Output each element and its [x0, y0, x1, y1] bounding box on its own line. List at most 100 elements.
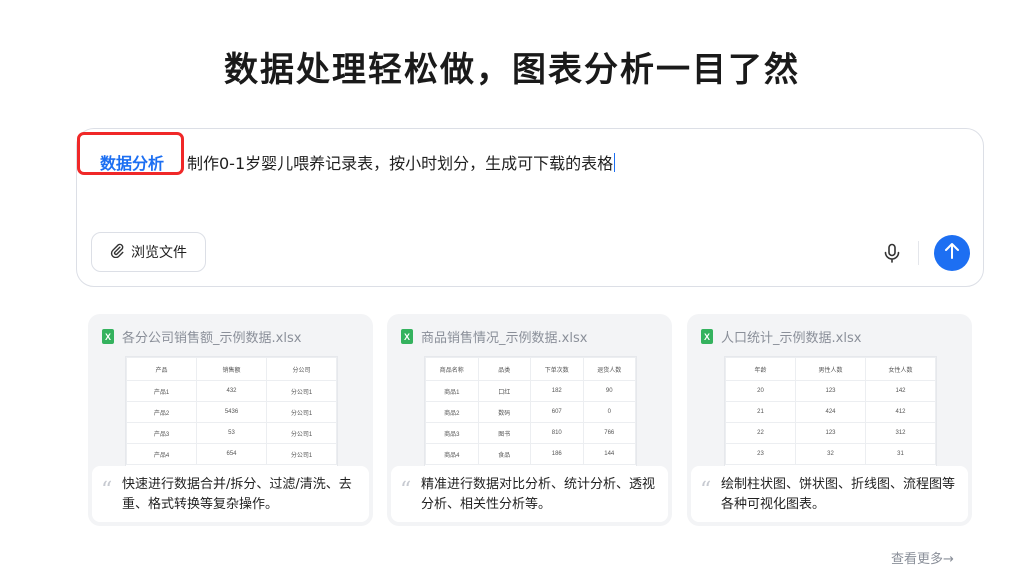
table-cell: 商品3 — [425, 422, 479, 444]
table-cell: 23 — [725, 443, 796, 465]
card-description-text: 绘制柱状图、饼状图、折线图、流程图等各种可视化图表。 — [721, 477, 956, 512]
example-card-population[interactable]: X 人口统计_示例数据.xlsx 年龄 男性人数 女性人数 20 123 142 2… — [687, 314, 972, 526]
table-cell: 654 — [196, 443, 267, 465]
table-row: 商品3 图书 810 766 — [425, 422, 636, 444]
sheet-preview: 年龄 男性人数 女性人数 20 123 142 21 424 412 22 123 312 … — [724, 356, 937, 476]
table-row: 产品3 53 分公司1 — [126, 422, 337, 444]
table-cell: 182 — [530, 380, 584, 402]
table-cell: 90 — [582, 380, 636, 402]
arrow-up-icon — [944, 242, 960, 264]
table-cell: 53 — [196, 422, 267, 444]
prompt-input-box[interactable]: 数据分析 制作0-1岁婴儿喂养记录表，按小时划分，生成可下载的表格 浏览文件 — [76, 128, 984, 287]
table-header-row: 商品名称 品类 下单次数 退货人数 — [425, 357, 636, 381]
table-row: 商品2 数码 607 0 — [425, 401, 636, 423]
table-cell: 产品1 — [126, 380, 197, 402]
excel-file-icon: X — [102, 329, 114, 344]
column-header: 分公司 — [266, 357, 337, 381]
table-cell: 21 — [725, 401, 796, 423]
file-name: 商品销售情况_示例数据.xlsx — [421, 331, 588, 346]
table-cell: 商品1 — [425, 380, 479, 402]
column-header: 产品 — [126, 357, 197, 381]
column-header: 销售额 — [196, 357, 267, 381]
table-cell: 186 — [530, 443, 584, 465]
table-row: 产品4 654 分公司1 — [126, 443, 337, 465]
quote-icon: “ — [400, 478, 412, 503]
table-cell: 食品 — [477, 443, 531, 465]
browse-files-button[interactable]: 浏览文件 — [91, 232, 206, 272]
table-cell: 123 — [795, 422, 866, 444]
prompt-text-value: 制作0-1岁婴儿喂养记录表，按小时划分，生成可下载的表格 — [187, 154, 614, 173]
table-cell: 142 — [865, 380, 936, 402]
example-card-product-sales[interactable]: X 商品销售情况_示例数据.xlsx 商品名称 品类 下单次数 退货人数 商品1… — [387, 314, 672, 526]
skill-tag[interactable]: 数据分析 — [100, 150, 164, 174]
table-row: 22 123 312 — [725, 422, 936, 444]
send-button[interactable] — [934, 235, 970, 271]
table-cell: 分公司1 — [266, 380, 337, 402]
sheet-preview: 产品 销售额 分公司 产品1 432 分公司1 产品2 5436 分公司1 产品3 53 分… — [125, 356, 338, 476]
sheet-preview: 商品名称 品类 下单次数 退货人数 商品1 口红 182 90 商品2 数码 607 0 商… — [424, 356, 637, 476]
table-cell: 分公司1 — [266, 443, 337, 465]
table-cell: 22 — [725, 422, 796, 444]
table-cell: 分公司1 — [266, 422, 337, 444]
column-header: 品类 — [477, 357, 531, 381]
table-cell: 商品2 — [425, 401, 479, 423]
table-row: 产品1 432 分公司1 — [126, 380, 337, 402]
microphone-icon[interactable] — [881, 242, 903, 264]
table-cell: 144 — [582, 443, 636, 465]
toolbar-divider — [918, 241, 919, 265]
column-header: 年龄 — [725, 357, 796, 381]
file-name: 各分公司销售额_示例数据.xlsx — [122, 331, 302, 346]
table-cell: 432 — [196, 380, 267, 402]
column-header: 女性人数 — [865, 357, 936, 381]
table-cell: 产品2 — [126, 401, 197, 423]
column-header: 男性人数 — [795, 357, 866, 381]
table-cell: 31 — [865, 443, 936, 465]
table-cell: 图书 — [477, 422, 531, 444]
table-cell: 607 — [530, 401, 584, 423]
table-cell: 312 — [865, 422, 936, 444]
quote-icon: “ — [700, 478, 712, 503]
table-header-row: 年龄 男性人数 女性人数 — [725, 357, 936, 381]
example-card-sales[interactable]: X 各分公司销售额_示例数据.xlsx 产品 销售额 分公司 产品1 432 分公司… — [88, 314, 373, 526]
card-header: X 商品销售情况_示例数据.xlsx — [401, 327, 587, 346]
table-cell: 产品4 — [126, 443, 197, 465]
table-cell: 32 — [795, 443, 866, 465]
table-cell: 口红 — [477, 380, 531, 402]
table-row: 21 424 412 — [725, 401, 936, 423]
excel-file-icon: X — [701, 329, 713, 344]
text-caret — [614, 153, 616, 172]
table-row: 20 123 142 — [725, 380, 936, 402]
file-name: 人口统计_示例数据.xlsx — [721, 331, 862, 346]
prompt-text[interactable]: 制作0-1岁婴儿喂养记录表，按小时划分，生成可下载的表格 — [187, 150, 616, 174]
table-row: 23 32 31 — [725, 443, 936, 465]
table-header-row: 产品 销售额 分公司 — [126, 357, 337, 381]
quote-icon: “ — [101, 478, 113, 503]
table-cell: 412 — [865, 401, 936, 423]
column-header: 退货人数 — [582, 357, 636, 381]
card-description-text: 快速进行数据合并/拆分、过滤/清洗、去重、格式转换等复杂操作。 — [122, 477, 352, 512]
table-cell: 766 — [582, 422, 636, 444]
card-description: “ 绘制柱状图、饼状图、折线图、流程图等各种可视化图表。 — [691, 466, 968, 522]
column-header: 下单次数 — [530, 357, 584, 381]
table-cell: 5436 — [196, 401, 267, 423]
table-cell: 商品4 — [425, 443, 479, 465]
card-description: “ 精准进行数据对比分析、统计分析、透视分析、相关性分析等。 — [391, 466, 668, 522]
table-cell: 0 — [582, 401, 636, 423]
see-more-link[interactable]: 查看更多→ — [891, 548, 954, 567]
table-cell: 424 — [795, 401, 866, 423]
table-cell: 810 — [530, 422, 584, 444]
table-row: 产品2 5436 分公司1 — [126, 401, 337, 423]
table-row: 商品4 食品 186 144 — [425, 443, 636, 465]
card-description: “ 快速进行数据合并/拆分、过滤/清洗、去重、格式转换等复杂操作。 — [92, 466, 369, 522]
card-description-text: 精准进行数据对比分析、统计分析、透视分析、相关性分析等。 — [421, 477, 656, 512]
column-header: 商品名称 — [425, 357, 479, 381]
card-header: X 各分公司销售额_示例数据.xlsx — [102, 327, 301, 346]
table-cell: 产品3 — [126, 422, 197, 444]
paperclip-icon — [110, 243, 125, 261]
table-cell: 20 — [725, 380, 796, 402]
card-header: X 人口统计_示例数据.xlsx — [701, 327, 861, 346]
table-cell: 123 — [795, 380, 866, 402]
browse-files-label: 浏览文件 — [131, 244, 187, 260]
table-cell: 分公司1 — [266, 401, 337, 423]
table-cell: 数码 — [477, 401, 531, 423]
